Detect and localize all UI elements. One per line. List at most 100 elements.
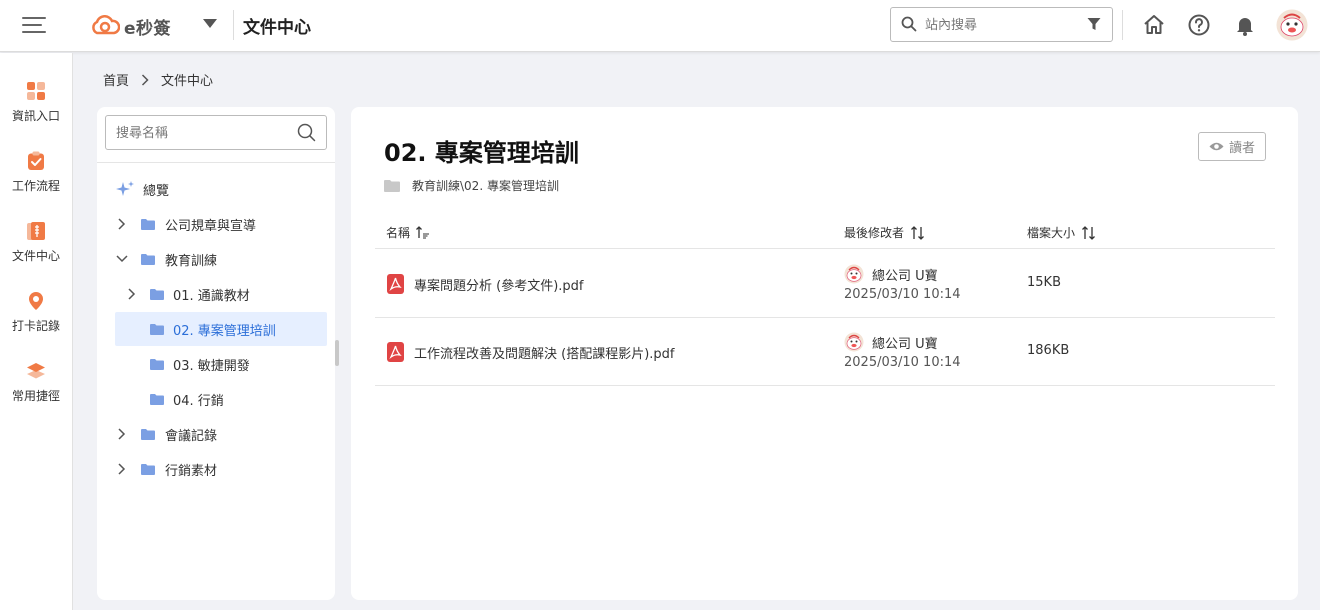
file-name: 專案問題分析 (參考文件).pdf bbox=[414, 278, 584, 294]
modifier-name: 總公司 U寶 bbox=[872, 336, 938, 352]
tree-item-label: 會議記錄 bbox=[165, 428, 218, 444]
site-search-input[interactable] bbox=[925, 14, 1075, 36]
clipboard-check-icon bbox=[28, 151, 44, 170]
menu-icon[interactable] bbox=[22, 16, 48, 36]
folder-path-text: 教育訓練\02. 專案管理培訓 bbox=[412, 179, 559, 193]
tree-item-marketing[interactable]: 04. 行銷 bbox=[115, 382, 327, 416]
folder-icon bbox=[141, 463, 155, 475]
logo-text: e秒簽 bbox=[124, 18, 172, 39]
nav-document-center[interactable]: 文件中心 bbox=[0, 221, 72, 281]
tree-item-education[interactable]: 教育訓練 bbox=[115, 242, 327, 276]
modified-time: 2025/03/10 10:14 bbox=[844, 355, 961, 370]
nav-clock-records[interactable]: 打卡記錄 bbox=[0, 291, 72, 351]
tree-item-general-materials[interactable]: 01. 通識教材 bbox=[125, 277, 327, 311]
tree-item-label: 01. 通識教材 bbox=[173, 288, 250, 304]
help-icon[interactable] bbox=[1187, 13, 1211, 37]
left-nav-rail: 資訊入口 工作流程 文件中心 打卡記錄 常用捷徑 bbox=[0, 53, 73, 610]
file-name: 工作流程改善及問題解決 (搭配課程影片).pdf bbox=[414, 346, 675, 362]
column-size[interactable]: 檔案大小 bbox=[1027, 224, 1097, 241]
folder-title: 02. 專案管理培訓 bbox=[384, 139, 579, 167]
document-list-panel: 02. 專案管理培訓 讀者 教育訓練\02. 專案管理培訓 名稱 最後修改者 檔… bbox=[351, 107, 1298, 600]
table-row[interactable]: 工作流程改善及問題解決 (搭配課程影片).pdf 總公司 U寶 2025/03/… bbox=[375, 318, 1275, 386]
breadcrumb-home[interactable]: 首頁 bbox=[103, 70, 129, 89]
rail-label: 打卡記錄 bbox=[11, 319, 60, 333]
home-icon[interactable] bbox=[1142, 13, 1166, 37]
site-search[interactable] bbox=[890, 7, 1113, 42]
nav-workflow[interactable]: 工作流程 bbox=[0, 151, 72, 211]
tree-item-label: 總覽 bbox=[143, 183, 170, 199]
sort-icon bbox=[1082, 225, 1095, 240]
chevron-right-icon bbox=[141, 73, 149, 86]
app-switch-caret-icon[interactable] bbox=[203, 19, 217, 28]
rail-label: 工作流程 bbox=[11, 179, 60, 193]
folder-icon bbox=[150, 393, 164, 405]
table-header: 名稱 最後修改者 檔案大小 bbox=[375, 215, 1275, 249]
modifier-name: 總公司 U寶 bbox=[872, 268, 938, 284]
sort-icon bbox=[911, 225, 924, 240]
search-icon bbox=[901, 16, 917, 32]
tree-item-agile[interactable]: 03. 敏捷開發 bbox=[115, 347, 327, 381]
nav-info-portal[interactable]: 資訊入口 bbox=[0, 81, 72, 141]
tree-item-meeting-notes[interactable]: 會議記錄 bbox=[115, 417, 327, 451]
modified-time: 2025/03/10 10:14 bbox=[844, 287, 961, 302]
folder-icon bbox=[150, 288, 164, 300]
file-size: 186KB bbox=[1027, 343, 1070, 358]
file-name-link[interactable]: 專案問題分析 (參考文件).pdf bbox=[387, 274, 584, 294]
chevron-right-icon[interactable] bbox=[115, 462, 129, 476]
tree-search-input[interactable] bbox=[116, 122, 286, 144]
column-name[interactable]: 名稱 bbox=[386, 224, 430, 241]
last-modifier: 總公司 U寶 2025/03/10 10:14 bbox=[844, 332, 961, 370]
folder-icon bbox=[141, 428, 155, 440]
table-row[interactable]: 專案問題分析 (參考文件).pdf 總公司 U寶 2025/03/10 10:1… bbox=[375, 250, 1275, 318]
tree-item-project-management[interactable]: 02. 專案管理培訓 bbox=[115, 312, 327, 346]
folder-icon bbox=[150, 358, 164, 370]
rail-label: 文件中心 bbox=[11, 249, 60, 263]
column-label: 名稱 bbox=[386, 226, 411, 240]
eye-icon bbox=[1209, 142, 1224, 151]
last-modifier: 總公司 U寶 2025/03/10 10:14 bbox=[844, 264, 961, 302]
readers-label: 讀者 bbox=[1228, 141, 1255, 156]
column-label: 最後修改者 bbox=[844, 226, 905, 240]
column-modifier[interactable]: 最後修改者 bbox=[844, 224, 926, 241]
documents-icon bbox=[27, 222, 45, 240]
folder-icon bbox=[384, 179, 400, 192]
tree-item-label: 03. 敏捷開發 bbox=[173, 358, 250, 374]
folder-icon bbox=[150, 323, 164, 335]
user-avatar bbox=[844, 264, 864, 284]
divider bbox=[233, 10, 234, 40]
user-avatar[interactable] bbox=[1276, 9, 1308, 41]
sort-ascending-icon bbox=[416, 226, 430, 239]
tree-search[interactable] bbox=[105, 115, 327, 150]
folder-tree-panel: 總覽 公司規章與宣導 教育訓練 01. 通識教材 bbox=[97, 107, 335, 600]
pdf-file-icon bbox=[387, 342, 404, 362]
tree-item-label: 行銷素材 bbox=[165, 463, 218, 479]
tree-item-overview[interactable]: 總覽 bbox=[115, 172, 327, 206]
tree-item-label: 02. 專案管理培訓 bbox=[173, 323, 276, 339]
panel-resize-handle[interactable] bbox=[335, 340, 339, 366]
sparkle-icon bbox=[116, 181, 134, 196]
tree-item-label: 公司規章與宣導 bbox=[165, 218, 257, 234]
folder-icon bbox=[141, 253, 155, 265]
bell-icon[interactable] bbox=[1233, 13, 1257, 37]
top-bar: e秒簽 文件中心 bbox=[0, 0, 1320, 52]
app-logo[interactable]: e秒簽 bbox=[90, 12, 171, 40]
tree-item-marketing-assets[interactable]: 行銷素材 bbox=[115, 452, 327, 486]
folder-icon bbox=[141, 218, 155, 230]
filter-icon[interactable] bbox=[1087, 17, 1101, 31]
file-size: 15KB bbox=[1027, 275, 1061, 290]
divider bbox=[1122, 10, 1123, 40]
nav-shortcuts[interactable]: 常用捷徑 bbox=[0, 361, 72, 421]
breadcrumb-current: 文件中心 bbox=[161, 74, 214, 89]
chevron-right-icon[interactable] bbox=[115, 217, 129, 231]
search-icon[interactable] bbox=[297, 123, 316, 142]
chevron-down-icon[interactable] bbox=[115, 252, 129, 266]
tree-item-company-rules[interactable]: 公司規章與宣導 bbox=[115, 207, 327, 241]
pdf-file-icon bbox=[387, 274, 404, 294]
chevron-right-icon[interactable] bbox=[125, 287, 139, 301]
location-pin-icon bbox=[29, 292, 43, 310]
rail-label: 常用捷徑 bbox=[11, 389, 60, 403]
file-name-link[interactable]: 工作流程改善及問題解決 (搭配課程影片).pdf bbox=[387, 342, 675, 362]
chevron-right-icon[interactable] bbox=[115, 427, 129, 441]
folder-path: 教育訓練\02. 專案管理培訓 bbox=[384, 177, 559, 194]
readers-button[interactable]: 讀者 bbox=[1198, 132, 1266, 161]
